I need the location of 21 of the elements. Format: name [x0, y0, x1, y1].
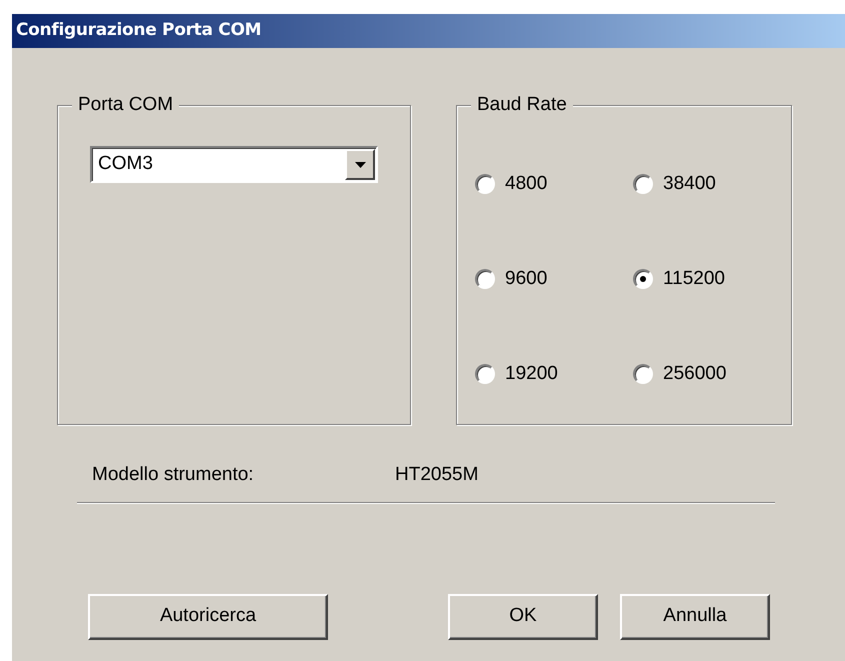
dialog-button[interactable]: Annulla: [620, 594, 770, 640]
radio-button[interactable]: [633, 269, 653, 289]
radio-button[interactable]: [633, 364, 653, 384]
radio-button[interactable]: [475, 364, 495, 384]
port-dropdown[interactable]: COM3: [90, 146, 378, 183]
model-label: Modello strumento:: [92, 463, 255, 487]
radio-option[interactable]: 38400: [633, 165, 773, 203]
model-value: HT2055M: [395, 463, 478, 487]
dialog-button[interactable]: OK: [448, 594, 598, 640]
radio-option[interactable]: 9600: [475, 260, 633, 298]
dialog-button[interactable]: Autoricerca: [88, 594, 328, 640]
radio-option[interactable]: 19200: [475, 355, 633, 393]
radio-option[interactable]: 115200: [633, 260, 773, 298]
radio-button[interactable]: [633, 174, 653, 194]
radio-option[interactable]: 256000: [633, 355, 773, 393]
dropdown-button[interactable]: [345, 149, 375, 180]
caret-icon: [354, 162, 366, 168]
radio-button[interactable]: [475, 174, 495, 194]
window-title: Configurazione Porta COM: [16, 19, 262, 42]
radio-button[interactable]: [475, 269, 495, 289]
radio-option[interactable]: 4800: [475, 165, 633, 203]
